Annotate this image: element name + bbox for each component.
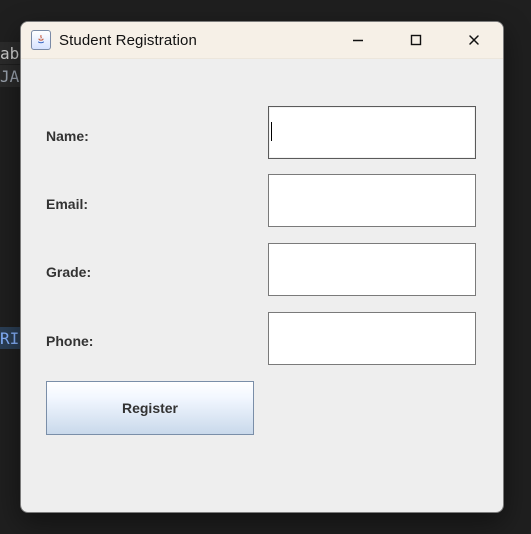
minimize-icon <box>353 39 363 42</box>
name-input[interactable] <box>268 106 476 159</box>
maximize-button[interactable] <box>387 22 445 58</box>
background-code-fragment: JA <box>0 65 22 87</box>
text-caret <box>271 122 272 141</box>
background-fragment-text: JA <box>0 67 20 86</box>
name-label: Name: <box>46 128 89 144</box>
phone-input[interactable] <box>268 312 476 365</box>
grade-input[interactable] <box>268 243 476 296</box>
background-fragment-text: ab <box>0 44 20 63</box>
background-code-fragment: RI <box>0 327 20 349</box>
title-bar[interactable]: Student Registration <box>21 22 503 59</box>
close-button[interactable] <box>445 22 503 58</box>
background-fragment-text: RI <box>0 329 20 348</box>
email-input[interactable] <box>268 174 476 227</box>
maximize-icon <box>410 34 422 46</box>
student-registration-window: Student Registration Name: Email: Grade:… <box>20 21 504 513</box>
window-controls <box>329 22 503 58</box>
grade-label: Grade: <box>46 264 92 280</box>
background-code-fragment: ab <box>0 42 22 64</box>
window-title: Student Registration <box>59 31 197 49</box>
register-button[interactable]: Register <box>46 381 254 435</box>
register-button-label: Register <box>121 400 179 416</box>
minimize-button[interactable] <box>329 22 387 58</box>
form-content: Name: Email: Grade: Phone: Register <box>21 58 503 512</box>
java-app-icon <box>31 30 51 50</box>
close-icon <box>469 35 479 45</box>
phone-label: Phone: <box>46 333 94 349</box>
email-label: Email: <box>46 196 89 212</box>
